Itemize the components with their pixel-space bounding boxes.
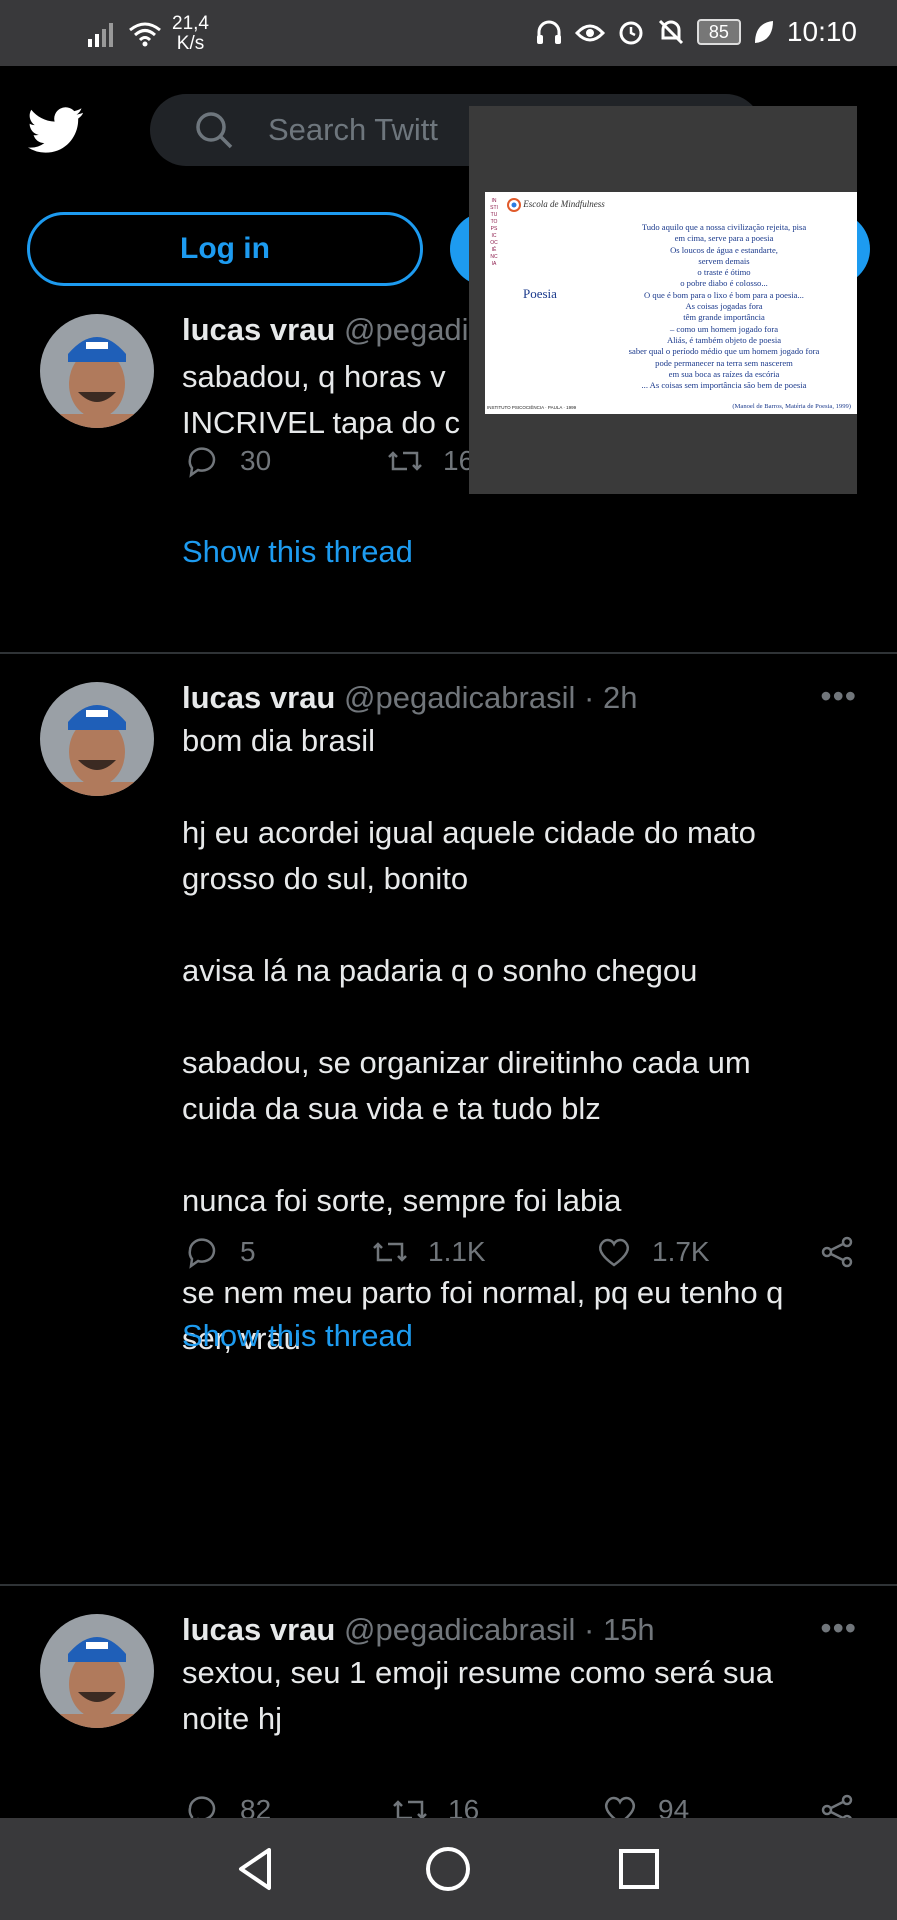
like-count: 94 (658, 1794, 690, 1818)
leaf-icon (754, 21, 773, 43)
heart-icon (604, 1796, 636, 1818)
reply-icon (188, 1238, 216, 1269)
poem-line: pode permanecer na terra sem nascerem (655, 357, 793, 368)
share-icon (821, 1236, 853, 1268)
poem-image: INSTITUTO PSICOCIÊNCIA Escola de Mindful… (485, 192, 857, 414)
show-thread-link[interactable]: Show this thread (182, 1318, 413, 1354)
alarm-icon (619, 21, 643, 45)
back-icon[interactable] (229, 1842, 283, 1896)
avatar[interactable] (40, 682, 154, 796)
poem-line: ... As coisas sem importância são bem de… (641, 380, 807, 391)
reply-icon (188, 447, 216, 478)
reply-button[interactable]: 82 (182, 1790, 271, 1818)
reply-button[interactable]: 5 (182, 1232, 256, 1272)
tweet-time[interactable]: · 2h (584, 680, 637, 715)
like-button[interactable]: 94 (600, 1790, 689, 1818)
poem-line: têm grande importância (683, 312, 765, 323)
home-icon[interactable] (421, 1842, 475, 1896)
retweet-icon (393, 1800, 427, 1818)
poem-text: Tudo aquilo que a nossa civilização reje… (599, 222, 849, 391)
share-icon (821, 1794, 853, 1818)
reply-count: 82 (240, 1794, 272, 1818)
brand-name: Escola de Mindfulness (523, 199, 605, 210)
retweet-icon (373, 1242, 407, 1262)
more-options-icon[interactable]: ••• (820, 1610, 857, 1647)
author-name[interactable]: lucas vrau (182, 312, 335, 347)
author-name[interactable]: lucas vrau (182, 1612, 335, 1647)
more-options-icon[interactable]: ••• (820, 678, 857, 715)
avatar[interactable] (40, 1614, 154, 1728)
retweet-count: 1.1K (428, 1236, 486, 1267)
share-button[interactable] (817, 1232, 857, 1272)
tweet-header: lucas vrau @pegadicabrasil · 15h (182, 1610, 857, 1650)
like-count: 1.7K (652, 1236, 710, 1267)
retweet-icon (388, 451, 422, 471)
show-thread-link[interactable]: Show this thread (182, 534, 413, 570)
recents-icon[interactable] (612, 1842, 666, 1896)
timeline: lucas vrau @pegadicabrasil sabadou, q ho… (0, 310, 897, 1818)
reply-icon (188, 1796, 216, 1818)
poem-citation: (Manoel de Barros, Matéria de Poesia, 19… (732, 403, 851, 410)
network-speed: 21,4 K/s (172, 14, 209, 54)
poem-line: em cima, serve para a poesia (674, 233, 774, 244)
poem-line: Tudo aquilo que a nossa civilização reje… (641, 222, 807, 232)
like-button[interactable]: 1.7K (594, 1232, 710, 1272)
poem-line: o pobre diabo é colosso... (680, 278, 768, 289)
poem-line: As coisas jogadas fora (685, 301, 763, 312)
status-bar: 21,4 K/s 85 10:10 (0, 0, 897, 66)
retweet-button[interactable]: 16 (385, 441, 474, 481)
search-icon (196, 112, 233, 149)
poem-line: saber qual o período médio que um homem … (628, 346, 820, 357)
tweet[interactable]: lucas vrau @pegadicabrasil · 2h ••• bom … (0, 654, 897, 1586)
image-footer: INSTITUTO PSICOCIÊNCIA · PAULA · 1999 (487, 405, 577, 410)
poem-line: Aliás, é também objeto de poesia (666, 334, 782, 345)
poesia-label: Poesia (523, 286, 557, 301)
author-handle[interactable]: @pegadicabrasil (344, 680, 575, 715)
retweet-count: 16 (448, 1794, 480, 1818)
share-button[interactable] (817, 1790, 857, 1818)
twitter-logo-icon[interactable] (26, 102, 86, 158)
battery-level: 85 (696, 19, 741, 45)
signal-icon (88, 23, 113, 47)
network-speed-value: 21,4 (172, 13, 209, 34)
login-button[interactable]: Log in (27, 212, 423, 286)
poem-line: O que é bom para o lixo é bom para a poe… (644, 289, 804, 300)
clock: 10:10 (786, 16, 857, 47)
poem-line: Os loucos de água e estandarte, (670, 244, 778, 255)
poem-line: – como um homem jogado fora (669, 323, 779, 334)
headphones-icon (536, 20, 561, 44)
reply-button[interactable]: 30 (182, 441, 271, 481)
poem-line: em sua boca as raízes da escória (668, 368, 780, 379)
tweet-actions: 5 1.1K 1.7K (182, 1230, 857, 1274)
retweet-button[interactable]: 16 (390, 1790, 479, 1818)
heart-icon (598, 1238, 630, 1267)
system-nav-bar (0, 1818, 897, 1920)
eye-icon (574, 24, 605, 42)
author-name[interactable]: lucas vrau (182, 680, 335, 715)
tweet-header: lucas vrau @pegadicabrasil · 2h (182, 678, 857, 718)
tweet-actions: 82 16 94 (182, 1788, 857, 1818)
poem-line: o traste é ótimo (697, 267, 751, 278)
tweet-text: sextou, seu 1 emoji resume como será sua… (182, 1655, 773, 1736)
mute-icon (658, 19, 683, 45)
reply-count: 30 (240, 445, 272, 476)
search-placeholder: Search Twitt (268, 112, 439, 147)
tweet-time[interactable]: · 15h (584, 1612, 655, 1647)
author-handle[interactable]: @pegadicabrasil (344, 1612, 575, 1647)
poem-line: servem demais (698, 255, 750, 266)
floating-image-preview[interactable]: INSTITUTO PSICOCIÊNCIA Escola de Mindful… (469, 106, 857, 494)
tweet[interactable]: lucas vrau @pegadicabrasil · 15h ••• sex… (0, 1586, 897, 1818)
wifi-icon (129, 22, 161, 47)
reply-count: 5 (240, 1236, 256, 1267)
network-speed-unit: K/s (176, 33, 205, 54)
mindfulness-logo-icon (507, 198, 521, 212)
avatar[interactable] (40, 314, 154, 428)
retweet-button[interactable]: 1.1K (370, 1232, 486, 1272)
brand-label: Escola de Mindfulness (507, 198, 605, 212)
institute-vertical-label: INSTITUTO PSICOCIÊNCIA (490, 198, 498, 267)
